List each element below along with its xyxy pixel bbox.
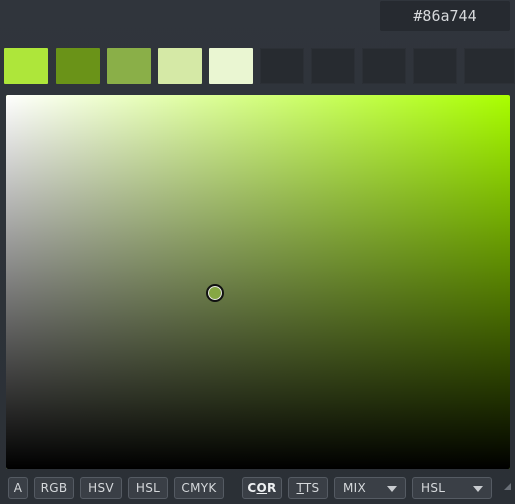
mode-toolbar: A RGB HSV HSL CMYK COR TTS MIX HSL xyxy=(0,476,515,500)
picker-cursor[interactable] xyxy=(206,284,225,303)
rgb-button[interactable]: RGB xyxy=(34,477,74,499)
swatch-10[interactable] xyxy=(464,48,515,84)
mix-dropdown[interactable]: MIX xyxy=(334,477,406,499)
cmyk-button[interactable]: CMYK xyxy=(174,477,224,499)
hsl-button[interactable]: HSL xyxy=(128,477,168,499)
tts-button-label: TTS xyxy=(296,481,320,495)
tts-button[interactable]: TTS xyxy=(288,477,328,499)
hsv-button[interactable]: HSV xyxy=(80,477,122,499)
mix-dropdown-label: MIX xyxy=(343,481,367,495)
swatch-row xyxy=(0,48,515,84)
hex-input[interactable]: #86a744 xyxy=(380,1,510,31)
cor-button[interactable]: COR xyxy=(242,477,282,499)
mode-dropdown[interactable]: HSL xyxy=(412,477,492,499)
cor-button-label: COR xyxy=(247,481,277,495)
swatch-7[interactable] xyxy=(311,48,355,84)
swatch-2[interactable] xyxy=(56,48,100,84)
saturation-brightness-area[interactable] xyxy=(6,95,510,469)
swatch-1[interactable] xyxy=(4,48,48,84)
resize-grip-icon[interactable] xyxy=(504,483,511,490)
black-gradient xyxy=(6,95,510,469)
color-picker-panel: #86a744 A RGB HSV HSL CMYK COR TTS MIX H… xyxy=(0,0,515,504)
swatch-5[interactable] xyxy=(209,48,253,84)
mode-dropdown-label: HSL xyxy=(421,481,446,495)
swatch-8[interactable] xyxy=(362,48,406,84)
alpha-button[interactable]: A xyxy=(8,477,28,499)
chevron-down-icon xyxy=(387,486,397,492)
swatch-6[interactable] xyxy=(260,48,304,84)
chevron-down-icon xyxy=(473,486,483,492)
swatch-4[interactable] xyxy=(158,48,202,84)
swatch-3[interactable] xyxy=(107,48,151,84)
swatch-9[interactable] xyxy=(413,48,457,84)
